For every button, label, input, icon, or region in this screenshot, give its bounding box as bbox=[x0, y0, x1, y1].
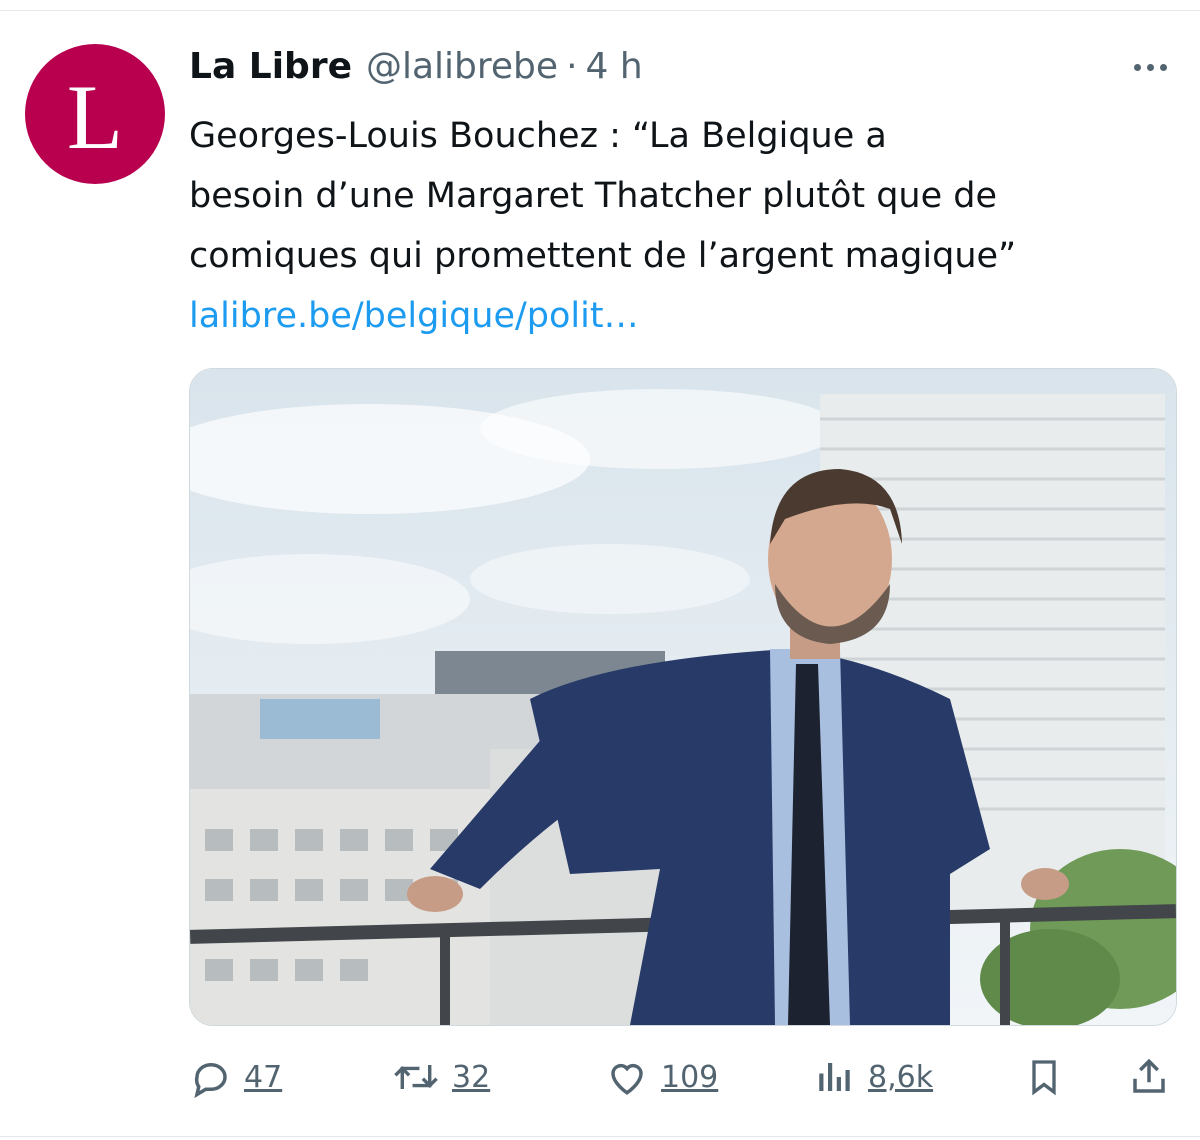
avatar[interactable]: L bbox=[25, 44, 165, 184]
reply-bubble-icon bbox=[190, 1056, 232, 1098]
tweet-link[interactable]: lalibre.be/belgique/polit… bbox=[189, 286, 1179, 346]
more-dot bbox=[1133, 63, 1141, 71]
views-count: 8,6k bbox=[868, 1059, 934, 1095]
share-button[interactable] bbox=[1128, 1045, 1170, 1109]
tweet-text-line: besoin d’une Margaret Thatcher plutôt qu… bbox=[189, 176, 998, 216]
photo-scene bbox=[190, 369, 1176, 1025]
views-button[interactable]: 8,6k bbox=[814, 1045, 933, 1109]
author-handle[interactable]: @lalibrebe bbox=[366, 46, 558, 87]
bookmark-button[interactable] bbox=[1024, 1045, 1064, 1109]
retweet-button[interactable]: 32 bbox=[392, 1045, 490, 1109]
tweet-actions-bar: 47 32 109 8,6k bbox=[0, 1045, 1200, 1109]
more-dot bbox=[1146, 63, 1154, 71]
tweet-header: La Libre @lalibrebe · 4 h bbox=[189, 46, 643, 92]
separator-dot: · bbox=[566, 46, 578, 87]
heart-icon bbox=[605, 1056, 649, 1098]
tweet-text-line: comiques qui promettent de l’argent magi… bbox=[189, 236, 1017, 276]
like-count: 109 bbox=[661, 1059, 719, 1095]
tweet-text-line: Georges-Louis Bouchez : “La Belgique a bbox=[189, 116, 887, 156]
tweet-media-photo[interactable] bbox=[189, 368, 1177, 1026]
like-button[interactable]: 109 bbox=[605, 1045, 718, 1109]
bar-chart-icon bbox=[814, 1056, 856, 1098]
timestamp[interactable]: 4 h bbox=[586, 46, 643, 87]
author-name[interactable]: La Libre bbox=[189, 46, 352, 87]
avatar-letter: L bbox=[66, 66, 124, 168]
retweet-count: 32 bbox=[452, 1059, 491, 1095]
bookmark-icon bbox=[1024, 1055, 1064, 1099]
share-upload-icon bbox=[1128, 1055, 1170, 1099]
top-divider bbox=[0, 10, 1200, 11]
reply-count: 47 bbox=[244, 1059, 283, 1095]
more-dot bbox=[1159, 63, 1167, 71]
retweet-icon bbox=[392, 1056, 440, 1098]
tweet-text: Georges-Louis Bouchez : “La Belgique a b… bbox=[189, 106, 1179, 346]
more-dots-icon[interactable] bbox=[1124, 54, 1176, 80]
bottom-divider bbox=[0, 1136, 1200, 1137]
reply-button[interactable]: 47 bbox=[190, 1045, 282, 1109]
